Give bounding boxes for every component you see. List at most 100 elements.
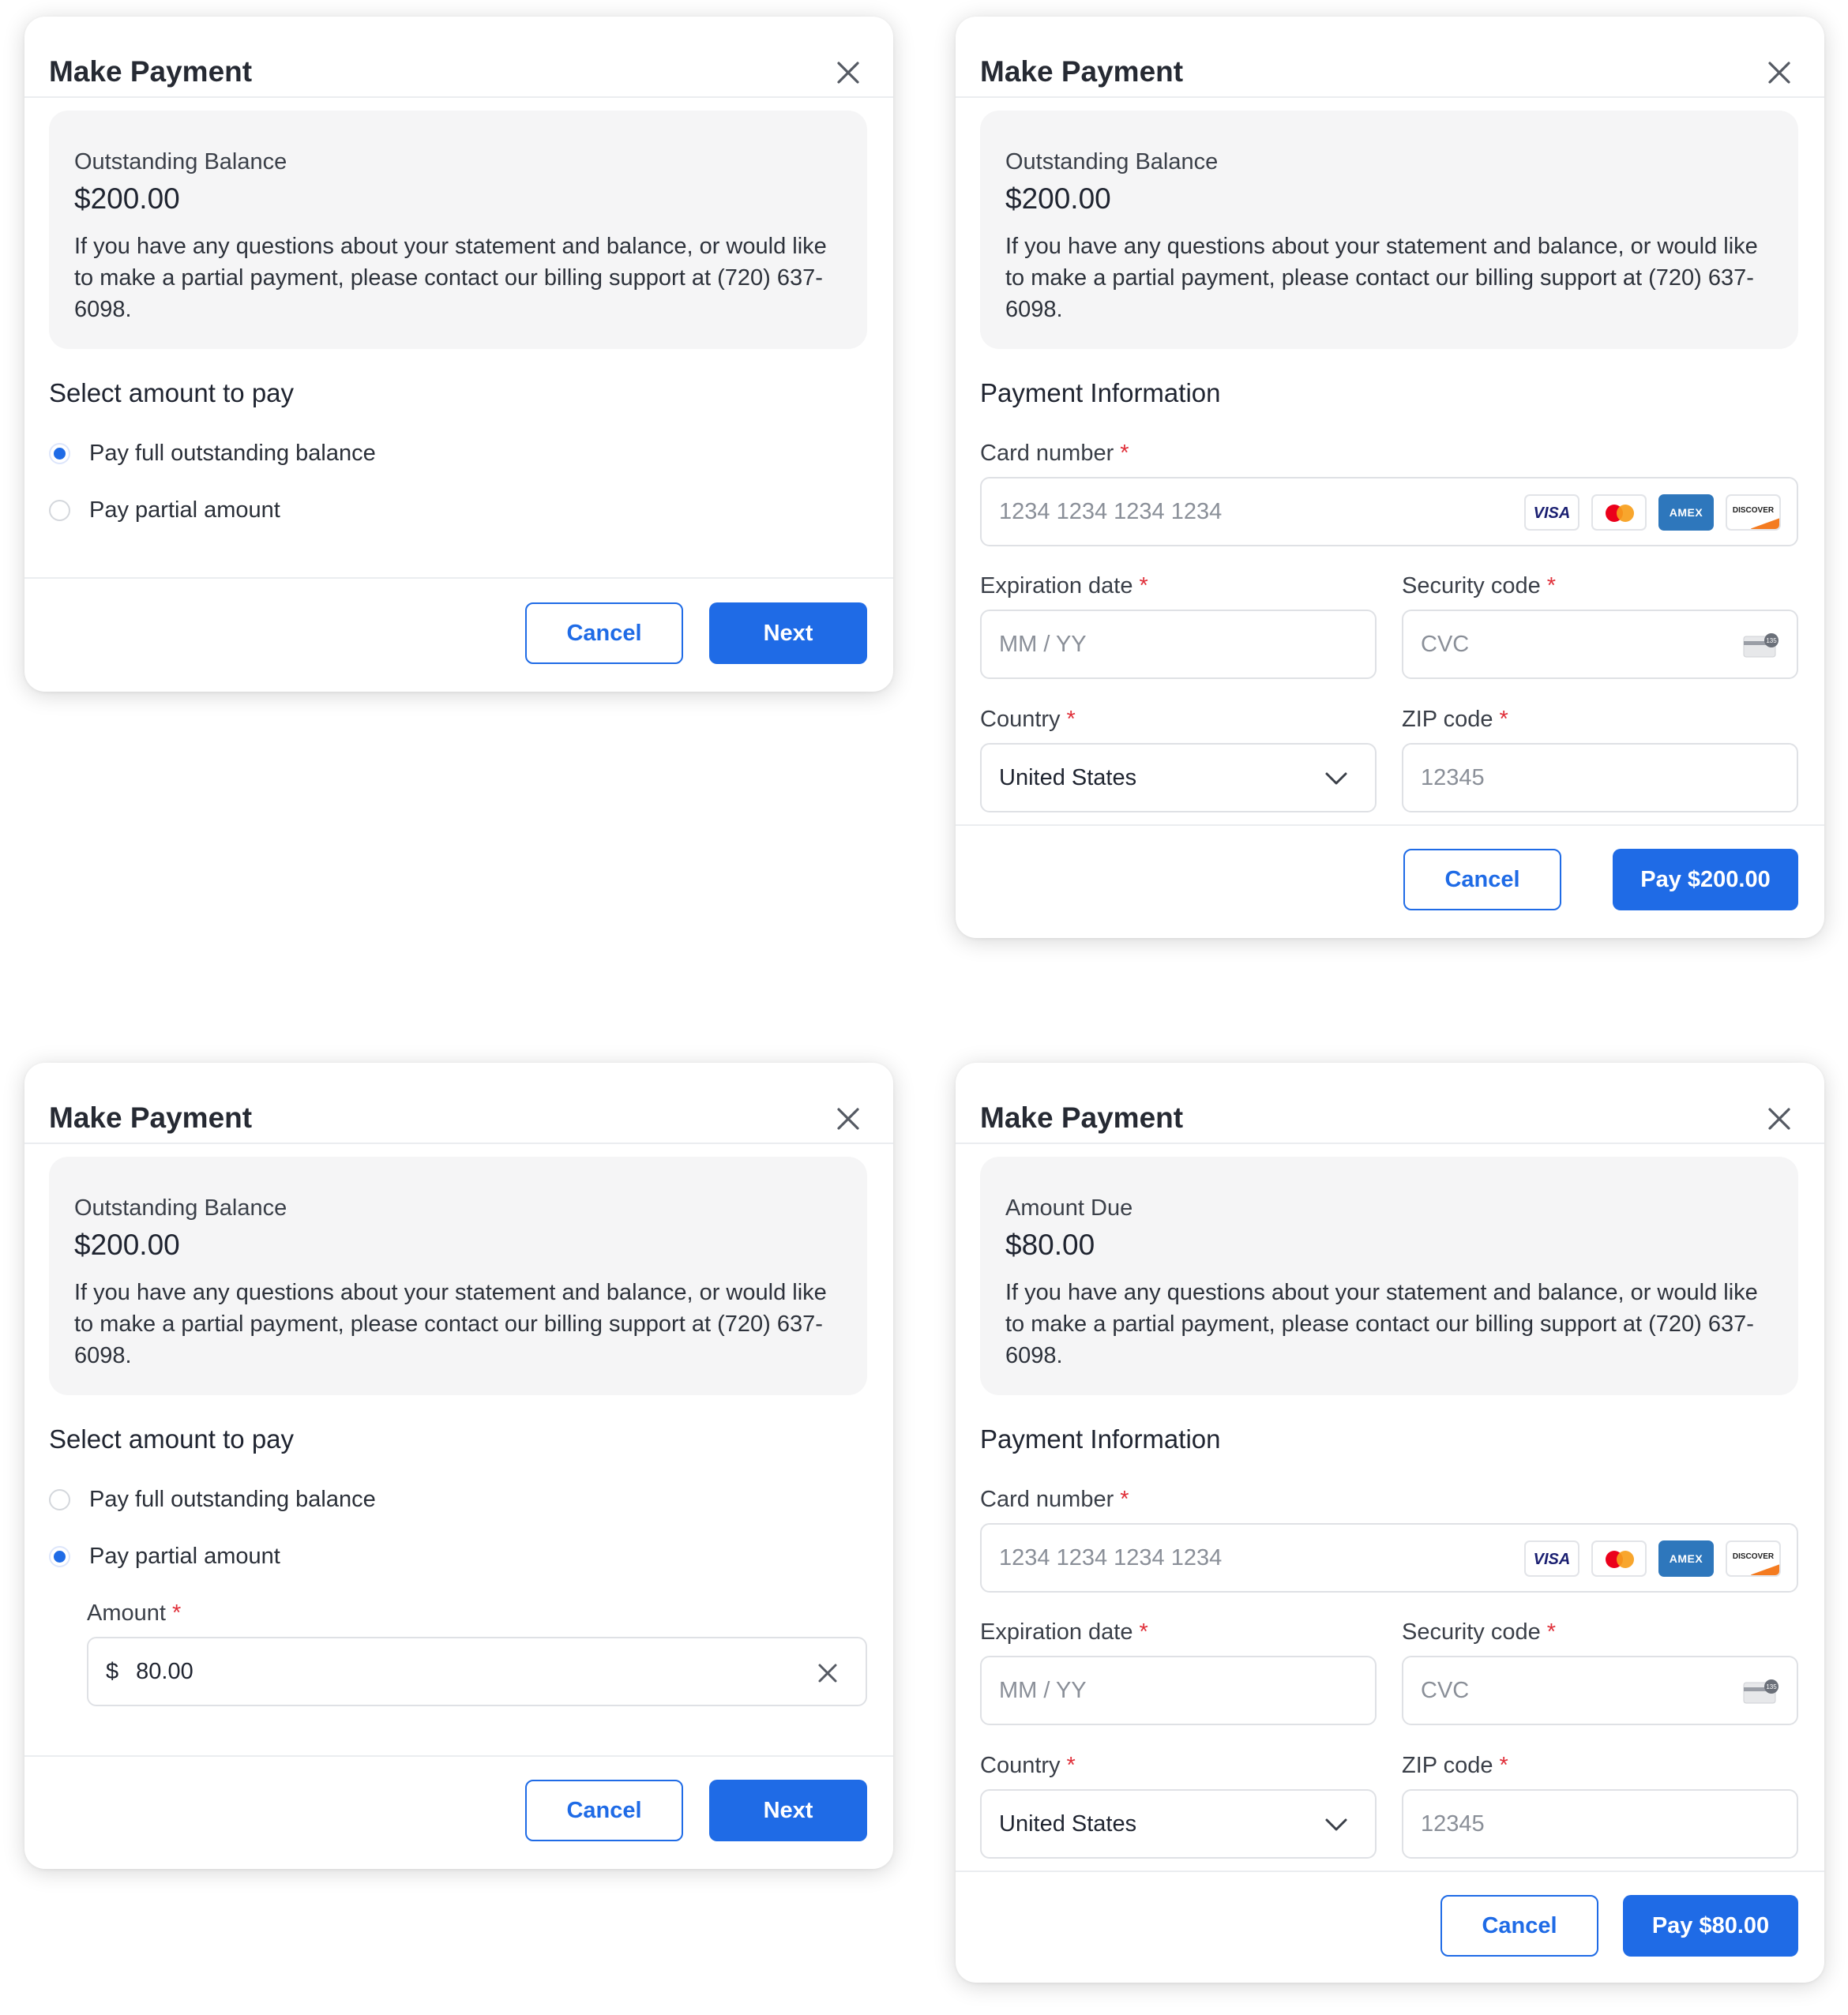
payment-modal-select-amount: Make Payment Outstanding Balance $200.00… [24, 17, 893, 692]
card-number-label: Card number * [980, 441, 1129, 466]
billing-support-note: If you have any questions about your sta… [1005, 1280, 1758, 1368]
chevron-down-icon [1325, 772, 1347, 785]
option-pay-full[interactable]: Pay full outstanding balance [49, 1481, 376, 1518]
billing-support-note: If you have any questions about your sta… [1005, 234, 1758, 322]
close-icon[interactable] [1763, 1103, 1795, 1135]
next-button[interactable]: Next [709, 602, 867, 664]
balance-amount: $200.00 [1005, 182, 1111, 215]
modal-title: Make Payment [49, 55, 253, 88]
option-pay-partial[interactable]: Pay partial amount [49, 492, 280, 528]
svg-text:135: 135 [1766, 1683, 1777, 1690]
expiration-date-input[interactable]: MM / YY [980, 610, 1377, 679]
required-marker: * [1120, 1487, 1129, 1512]
balance-amount: $200.00 [74, 182, 180, 215]
required-marker: * [1120, 441, 1129, 466]
required-marker: * [1066, 1753, 1076, 1778]
card-number-input[interactable]: 1234 1234 1234 1234 VISA AMEX DISCOVER [980, 1523, 1798, 1593]
option-pay-full[interactable]: Pay full outstanding balance [49, 435, 376, 471]
card-number-placeholder: 1234 1234 1234 1234 [999, 498, 1223, 524]
security-code-label: Security code * [1402, 1619, 1556, 1645]
footer-divider [956, 1871, 1824, 1872]
visa-icon: VISA [1524, 1540, 1579, 1577]
security-code-label: Security code * [1402, 573, 1556, 598]
balance-label: Outstanding Balance [74, 1195, 287, 1221]
country-select[interactable]: United States [980, 743, 1377, 812]
security-code-input[interactable]: CVC 135 [1402, 610, 1798, 679]
zip-code-label: ZIP code * [1402, 707, 1508, 732]
cancel-button[interactable]: Cancel [525, 1780, 683, 1841]
required-marker: * [171, 1600, 182, 1626]
option-pay-partial[interactable]: Pay partial amount [49, 1538, 280, 1574]
section-title: Payment Information [980, 378, 1221, 407]
amex-icon: AMEX [1658, 1540, 1714, 1577]
expiration-date-input[interactable]: MM / YY [980, 1656, 1377, 1725]
payment-modal-partial-amount: Make Payment Outstanding Balance $200.00… [24, 1063, 893, 1869]
amount-label: Amount * [87, 1600, 182, 1626]
section-title: Select amount to pay [49, 378, 295, 407]
expiration-date-label: Expiration date * [980, 1619, 1148, 1645]
expiration-placeholder: MM / YY [999, 631, 1087, 657]
close-icon[interactable] [1763, 57, 1795, 88]
card-number-input[interactable]: 1234 1234 1234 1234 VISA AMEX DISCOVER [980, 477, 1798, 546]
security-code-placeholder: CVC [1421, 631, 1470, 657]
security-code-input[interactable]: CVC 135 [1402, 1656, 1798, 1725]
expiration-placeholder: MM / YY [999, 1677, 1087, 1703]
cancel-button[interactable]: Cancel [525, 602, 683, 664]
mastercard-icon [1591, 494, 1647, 531]
option-label: Pay partial amount [89, 497, 280, 523]
card-number-label: Card number * [980, 1487, 1129, 1512]
clear-icon[interactable] [817, 1662, 839, 1684]
modal-title: Make Payment [980, 1101, 1184, 1134]
card-brand-icons: VISA AMEX DISCOVER [1524, 494, 1781, 531]
zip-code-input[interactable]: 12345 [1402, 743, 1798, 812]
card-brand-icons: VISA AMEX DISCOVER [1524, 1540, 1781, 1577]
radio-pay-partial[interactable] [49, 499, 70, 521]
amount-input[interactable]: $ 80.00 [87, 1637, 867, 1706]
modal-title: Make Payment [49, 1101, 253, 1134]
required-marker: * [1546, 1619, 1556, 1645]
cvc-card-icon: 135 [1743, 633, 1779, 658]
header-divider [24, 1143, 893, 1144]
cancel-button[interactable]: Cancel [1403, 849, 1561, 910]
balance-label: Outstanding Balance [74, 149, 287, 174]
country-select[interactable]: United States [980, 1789, 1377, 1859]
cvc-card-icon: 135 [1743, 1679, 1779, 1704]
radio-pay-partial[interactable] [49, 1545, 70, 1567]
amex-icon: AMEX [1658, 494, 1714, 531]
next-button[interactable]: Next [709, 1780, 867, 1841]
footer-divider [24, 1755, 893, 1757]
payment-modal-card-info-partial: Make Payment Amount Due $80.00 If you ha… [956, 1063, 1824, 1983]
country-value: United States [999, 764, 1137, 790]
balance-label: Outstanding Balance [1005, 149, 1219, 174]
mastercard-icon [1591, 1540, 1647, 1577]
billing-support-note: If you have any questions about your sta… [74, 1280, 827, 1368]
modal-title: Make Payment [980, 55, 1184, 88]
cancel-button[interactable]: Cancel [1440, 1895, 1598, 1957]
zip-code-input[interactable]: 12345 [1402, 1789, 1798, 1859]
chevron-down-icon [1325, 1818, 1347, 1831]
header-divider [956, 1143, 1824, 1144]
footer-divider [956, 824, 1824, 826]
currency-symbol: $ [106, 1658, 119, 1684]
required-marker: * [1546, 573, 1556, 598]
discover-icon: DISCOVER [1726, 494, 1781, 531]
expiration-date-label: Expiration date * [980, 573, 1148, 598]
required-marker: * [1139, 1619, 1148, 1645]
required-marker: * [1499, 1753, 1508, 1778]
pay-button[interactable]: Pay $80.00 [1623, 1895, 1798, 1957]
radio-pay-full[interactable] [49, 1488, 70, 1510]
discover-icon: DISCOVER [1726, 1540, 1781, 1577]
pay-button[interactable]: Pay $200.00 [1613, 849, 1798, 910]
close-icon[interactable] [832, 57, 864, 88]
country-label: Country * [980, 707, 1076, 732]
billing-support-note: If you have any questions about your sta… [74, 234, 827, 322]
security-code-placeholder: CVC [1421, 1677, 1470, 1703]
radio-pay-full[interactable] [49, 442, 70, 464]
amount-value: 80.00 [136, 1658, 193, 1684]
option-label: Pay full outstanding balance [89, 440, 376, 466]
country-value: United States [999, 1810, 1137, 1837]
required-marker: * [1499, 707, 1508, 732]
option-label: Pay full outstanding balance [89, 1486, 376, 1512]
close-icon[interactable] [832, 1103, 864, 1135]
svg-text:135: 135 [1766, 637, 1777, 644]
